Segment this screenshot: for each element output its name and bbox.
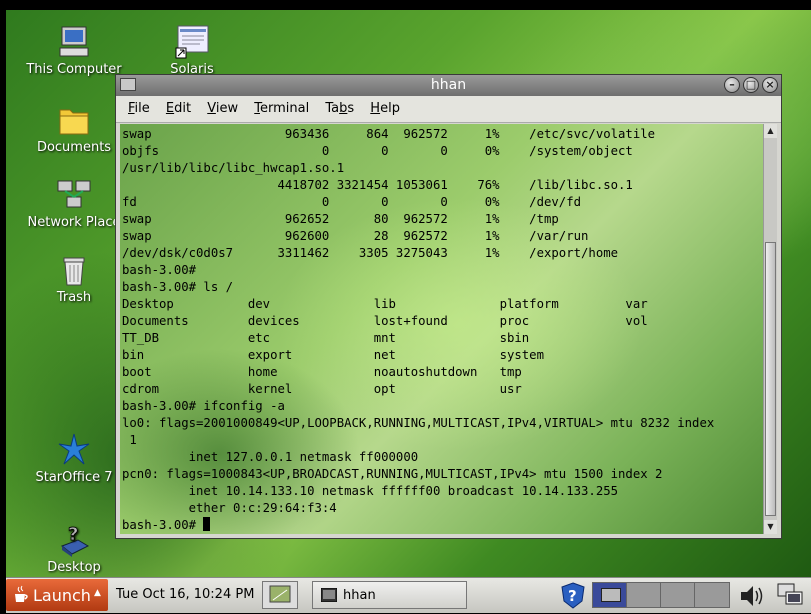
terminal-line: objfs 0 0 0 0% /system/object (122, 144, 633, 158)
close-icon[interactable]: × (762, 77, 778, 93)
terminal-cursor (203, 517, 211, 531)
minimize-icon[interactable]: – (724, 77, 740, 93)
menu-file[interactable]: File (128, 96, 150, 116)
bottom-panel: Launch ▲ Tue Oct 16, 10:24 PM hhan ? (6, 577, 811, 613)
terminal-window[interactable]: hhan – □ × File Edit View Terminal Tabs … (115, 74, 782, 539)
menu-edit[interactable]: Edit (166, 96, 191, 116)
terminal-line: bash-3.00# ifconfig -a (122, 399, 285, 413)
terminal-line: lo0: flags=2001000849<UP,LOOPBACK,RUNNIN… (122, 416, 715, 430)
window-titlebar[interactable]: hhan – □ × (116, 75, 781, 96)
launch-button[interactable]: Launch ▲ (6, 579, 108, 611)
help-shield-icon: ? (561, 582, 585, 609)
terminal-line: Documents devices lost+found proc vol (122, 314, 648, 328)
workspace-4[interactable] (695, 583, 729, 607)
terminal-line: 1 (129, 433, 137, 447)
panel-clock[interactable]: Tue Oct 16, 10:24 PM (116, 587, 254, 602)
terminal-menubar: File Edit View Terminal Tabs Help (116, 96, 781, 123)
desktop-icon-label: Desktop (47, 560, 101, 575)
terminal-line: inet 127.0.0.1 netmask ff000000 (188, 450, 419, 464)
terminal-line: inet 10.14.133.10 netmask ffffff00 broad… (188, 484, 619, 498)
trash-icon (63, 257, 85, 286)
menu-help[interactable]: Help (370, 96, 400, 116)
svg-text:?: ? (68, 524, 78, 545)
svg-text:?: ? (568, 587, 577, 605)
terminal-line: cdrom kernel opt usr (122, 382, 522, 396)
terminal-line: /dev/dsk/c0d0s7 3311462 3305 3275043 1% … (122, 246, 619, 260)
terminal-icon (321, 588, 337, 602)
workspace-2[interactable] (627, 583, 661, 607)
terminal-line: boot home noautoshutdown tmp (122, 365, 522, 379)
folder-icon (59, 109, 89, 135)
scrollbar-thumb[interactable] (765, 242, 776, 516)
taskbar-item-hhan[interactable]: hhan (312, 581, 467, 609)
terminal-line: TT_DB etc mnt sbin (122, 331, 530, 345)
menu-tabs[interactable]: Tabs (325, 96, 354, 116)
terminal-scrollbar[interactable]: ▲ ▼ (763, 124, 777, 534)
terminal-text: swap 963436 864 962572 1% /etc/svc/volat… (120, 124, 763, 534)
workspace-1[interactable] (593, 583, 627, 607)
terminal-line: /usr/lib/libc/libc_hwcap1.so.1 (122, 161, 345, 175)
menu-terminal[interactable]: Terminal (254, 96, 309, 116)
terminal-line: bash-3.00# (122, 263, 197, 277)
terminal-line: pcn0: flags=1000843<UP,BROADCAST,RUNNING… (122, 467, 663, 481)
terminal-line: ether 0:c:29:64:f3:4 (188, 501, 337, 515)
java-cup-icon (15, 585, 28, 602)
launch-label: Launch (33, 586, 91, 605)
desktop-icon-this-computer[interactable]: This Computer (14, 24, 134, 77)
terminal-prompt: bash-3.00# (122, 518, 204, 532)
solaris-doc-icon (175, 25, 209, 59)
show-desktop-icon (269, 585, 291, 603)
terminal-line: fd 0 0 0 0% /dev/fd (122, 195, 582, 209)
computer-icon (59, 26, 89, 57)
terminal-line: swap 963436 864 962572 1% /etc/svc/volat… (122, 127, 656, 141)
window-title: hhan (430, 77, 467, 93)
terminal-line: Desktop dev lib platform var (122, 297, 648, 311)
workspace-switcher[interactable] (592, 582, 730, 608)
scroll-up-icon[interactable]: ▲ (764, 124, 777, 138)
network-icon (57, 180, 91, 208)
scroll-down-icon[interactable]: ▼ (764, 520, 777, 534)
show-desktop-button[interactable] (262, 581, 298, 609)
taskbar-item-label: hhan (343, 588, 376, 603)
workspace-3[interactable] (661, 583, 695, 607)
terminal-output[interactable]: swap 963436 864 962572 1% /etc/svc/volat… (120, 124, 763, 534)
staroffice-icon (58, 433, 90, 465)
terminal-line: bin export net system (122, 348, 544, 362)
launch-arrow-icon: ▲ (94, 588, 101, 598)
terminal-line: 4418702 3321454 1053061 76% /lib/libc.so… (277, 178, 633, 192)
desktop-icon-solaris[interactable]: Solaris (132, 24, 252, 80)
volume-icon[interactable] (737, 582, 769, 610)
terminal-line: bash-3.00# ls / (122, 280, 234, 294)
terminal-line: swap 962652 80 962572 1% /tmp (122, 212, 559, 226)
terminal-line: swap 962600 28 962572 1% /var/run (122, 229, 589, 243)
network-monitor-icon[interactable] (774, 582, 806, 610)
desktop-help-icon: ? (61, 524, 90, 557)
menu-view[interactable]: View (207, 96, 238, 116)
help-button[interactable]: ? (559, 581, 587, 609)
maximize-icon[interactable]: □ (743, 77, 759, 93)
